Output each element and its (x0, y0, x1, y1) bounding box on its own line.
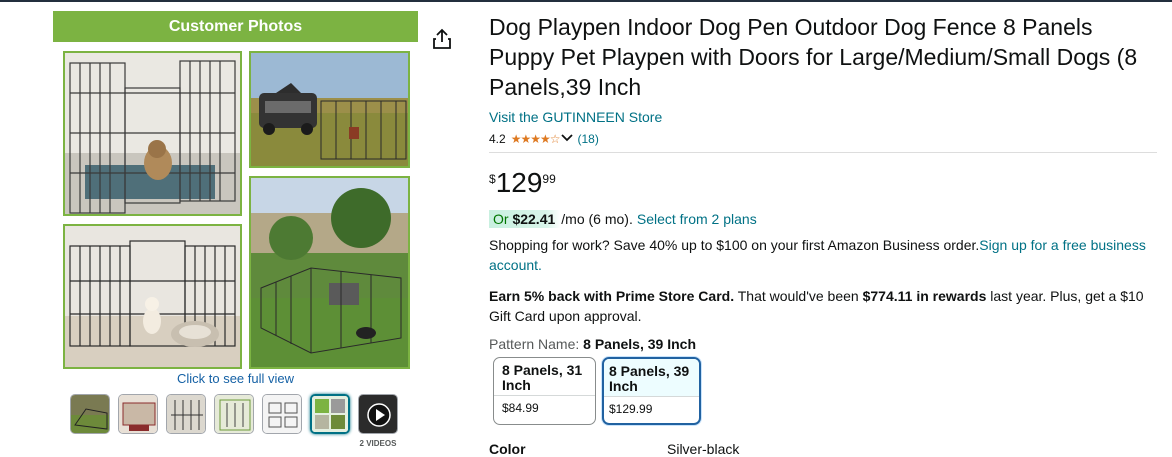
color-row: Color Silver-black (489, 441, 889, 457)
divider (489, 152, 1157, 153)
monthly-highlight: Or $22.41 (489, 210, 562, 228)
option-label: 8 Panels, 39 Inch (604, 359, 699, 396)
photo-indoor-playpen[interactable] (63, 51, 242, 216)
thumbnail-2[interactable] (118, 394, 158, 434)
option-price: $129.99 (604, 396, 699, 423)
click-to-see-full-view-link[interactable]: Click to see full view (53, 371, 418, 386)
option-8-panels-39-inch[interactable]: 8 Panels, 39 Inch $129.99 (602, 357, 701, 425)
price-symbol: $ (489, 172, 496, 186)
thumbnail-1[interactable] (70, 394, 110, 434)
monthly-payment-row: Or $22.41 /mo (6 mo). Select from 2 plan… (489, 210, 757, 228)
share-icon[interactable] (432, 28, 452, 50)
videos-count-label: 2 VIDEOS (359, 439, 397, 448)
star-rating-icon[interactable]: ★★★★☆ (511, 132, 561, 146)
business-offer: Shopping for work? Save 40% up to $100 o… (489, 235, 1164, 275)
business-offer-text: Shopping for work? Save 40% up to $100 o… (489, 237, 980, 253)
or-label: Or (493, 211, 509, 227)
pattern-name-row: Pattern Name: 8 Panels, 39 Inch (489, 336, 696, 352)
rating-row: 4.2 ★★★★☆ (18) (489, 132, 599, 146)
monthly-amount: $22.41 (512, 211, 556, 227)
pattern-value: 8 Panels, 39 Inch (583, 336, 696, 352)
rating-value: 4.2 (489, 132, 506, 146)
card-offer-text-1: That would've been (734, 288, 863, 304)
product-title: Dog Playpen Indoor Dog Pen Outdoor Dog F… (489, 14, 1138, 100)
thumbnail-5[interactable] (262, 394, 302, 434)
photo-white-dog-pen[interactable] (63, 224, 242, 369)
option-8-panels-31-inch[interactable]: 8 Panels, 31 Inch $84.99 (493, 357, 596, 425)
video-thumbnail[interactable] (358, 394, 398, 434)
store-link[interactable]: Visit the GUTINNEEN Store (489, 109, 662, 125)
photo-garden-pen[interactable] (249, 176, 410, 369)
rating-count-link[interactable]: (18) (577, 132, 598, 146)
chevron-down-icon[interactable] (561, 132, 574, 146)
color-label: Color (489, 441, 526, 457)
price-fraction: 99 (542, 172, 556, 186)
select-plans-link[interactable]: Select from 2 plans (637, 211, 757, 227)
card-offer-rewards: $774.11 in rewards (862, 288, 987, 304)
thumbnail-3[interactable] (166, 394, 206, 434)
prime-card-offer: Earn 5% back with Prime Store Card. That… (489, 286, 1164, 326)
customer-photos-banner: Customer Photos (53, 11, 418, 42)
pattern-label: Pattern Name: (489, 336, 580, 352)
option-label: 8 Panels, 31 Inch (502, 362, 583, 393)
card-offer-bold: Earn 5% back with Prime Store Card. (489, 288, 735, 304)
price: $ 129 99 (489, 166, 556, 200)
top-border (0, 0, 1172, 2)
color-value: Silver-black (667, 441, 740, 457)
price-whole: 129 (495, 167, 543, 198)
thumbnail-4[interactable] (214, 394, 254, 434)
option-price: $84.99 (494, 395, 595, 424)
monthly-suffix: /mo (6 mo). (561, 211, 633, 227)
thumbnail-6-selected[interactable] (310, 394, 350, 434)
photo-car-yard[interactable] (249, 51, 410, 168)
